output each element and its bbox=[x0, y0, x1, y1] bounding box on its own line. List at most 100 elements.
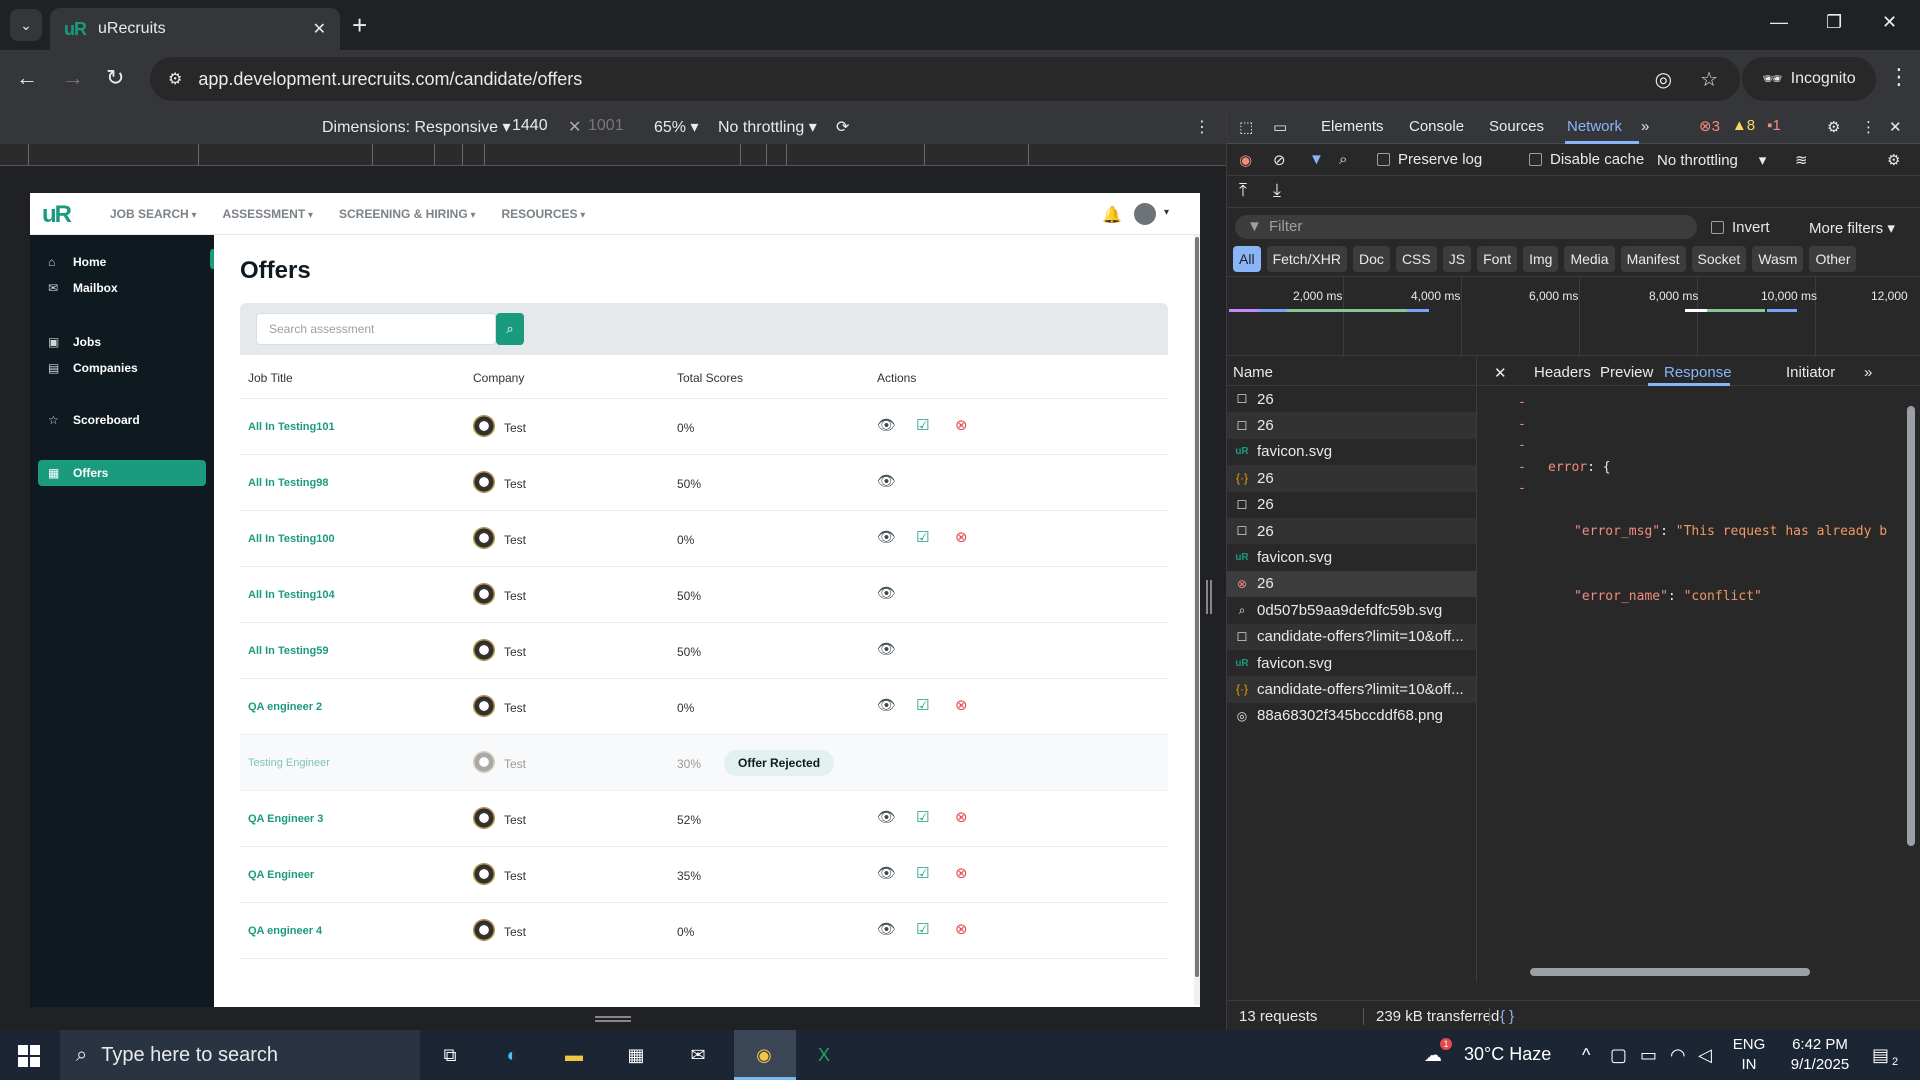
search-input[interactable] bbox=[256, 313, 496, 345]
wifi-icon[interactable]: ◠ bbox=[1670, 1045, 1686, 1066]
swap-dimensions-icon[interactable]: ✕ bbox=[568, 117, 581, 137]
network-request-row[interactable]: ◎ 88a68302f345bccddf68.png bbox=[1227, 703, 1476, 729]
type-filter-js[interactable]: JS bbox=[1442, 246, 1472, 272]
view-eye-icon[interactable]: 👁 bbox=[877, 865, 896, 883]
mail-app-icon[interactable]: ✉ bbox=[682, 1040, 714, 1070]
weather-text[interactable]: 30°C Haze bbox=[1464, 1044, 1551, 1065]
job-title-link[interactable]: All In Testing98 bbox=[248, 477, 328, 489]
type-filter-media[interactable]: Media bbox=[1564, 246, 1615, 272]
warning-count[interactable]: ▲8 bbox=[1732, 117, 1755, 135]
site-info-icon[interactable]: ⚙ bbox=[168, 69, 182, 89]
type-filter-manifest[interactable]: Manifest bbox=[1620, 246, 1686, 272]
network-request-row[interactable]: {·} 26 bbox=[1227, 465, 1476, 492]
type-filter-fetch-xhr[interactable]: Fetch/XHR bbox=[1266, 246, 1348, 272]
type-filter-wasm[interactable]: Wasm bbox=[1752, 246, 1804, 272]
clock[interactable]: 6:42 PM 9/1/2025 bbox=[1780, 1035, 1860, 1075]
reject-x-icon[interactable]: ⊗ bbox=[955, 529, 968, 547]
view-eye-icon[interactable]: 👁 bbox=[877, 641, 896, 659]
job-title-link[interactable]: QA Engineer bbox=[248, 869, 314, 881]
task-view-icon[interactable]: ⧉ bbox=[434, 1040, 466, 1070]
view-eye-icon[interactable]: 👁 bbox=[877, 417, 896, 435]
excel-icon[interactable]: X bbox=[808, 1040, 840, 1070]
accept-check-icon[interactable]: ☑ bbox=[916, 921, 929, 939]
job-title-link[interactable]: All In Testing59 bbox=[248, 645, 328, 657]
reject-x-icon[interactable]: ⊗ bbox=[955, 417, 968, 435]
more-detail-tabs-icon[interactable]: » bbox=[1864, 364, 1872, 381]
clear-icon[interactable]: ⊘ bbox=[1273, 151, 1286, 169]
network-request-row[interactable]: ☐ candidate-offers?limit=10&off... bbox=[1227, 623, 1476, 650]
column-company[interactable]: Company bbox=[473, 371, 524, 385]
filter-icon[interactable]: ▼ bbox=[1309, 151, 1324, 168]
issue-counters[interactable]: ⊗3 ▲8 ▪1 bbox=[1699, 117, 1781, 135]
network-request-row[interactable]: ☐ 26 bbox=[1227, 517, 1476, 545]
network-request-row[interactable]: ☐ 26 bbox=[1227, 492, 1476, 518]
name-column-header[interactable]: Name bbox=[1227, 356, 1476, 386]
accept-check-icon[interactable]: ☑ bbox=[916, 417, 929, 435]
chevron-down-icon[interactable]: ▾ bbox=[1164, 207, 1169, 218]
job-title-link[interactable]: QA Engineer 3 bbox=[248, 813, 323, 825]
search-button[interactable]: ⌕ bbox=[496, 313, 524, 345]
incognito-indicator[interactable]: 🕶 Incognito bbox=[1742, 57, 1876, 101]
type-filter-socket[interactable]: Socket bbox=[1691, 246, 1747, 272]
tab-search-dropdown[interactable]: ⌄ bbox=[10, 9, 42, 41]
zoom-dropdown[interactable]: 65% ▾ bbox=[654, 117, 699, 137]
avatar[interactable] bbox=[1134, 203, 1156, 225]
type-filter-all[interactable]: All bbox=[1233, 246, 1261, 272]
reload-icon[interactable]: ↻ bbox=[106, 66, 124, 90]
tab-response[interactable]: Response bbox=[1664, 364, 1732, 381]
job-title-link[interactable]: QA engineer 2 bbox=[248, 701, 322, 713]
view-eye-icon[interactable]: 👁 bbox=[877, 697, 896, 715]
reject-x-icon[interactable]: ⊗ bbox=[955, 921, 968, 939]
rotate-icon[interactable]: ⟳ bbox=[836, 117, 849, 137]
tab-console[interactable]: Console bbox=[1409, 118, 1464, 135]
record-icon[interactable]: ◉ bbox=[1239, 151, 1252, 169]
network-request-row[interactable]: uR favicon.svg bbox=[1227, 650, 1476, 676]
viewport-resize-handle-bottom[interactable] bbox=[595, 1016, 631, 1022]
accept-check-icon[interactable]: ☑ bbox=[916, 865, 929, 883]
view-eye-icon[interactable]: 👁 bbox=[877, 809, 896, 827]
accept-check-icon[interactable]: ☑ bbox=[916, 809, 929, 827]
sidebar-item-companies[interactable]: ▤ Companies bbox=[38, 355, 206, 381]
nav-job-search[interactable]: JOB SEARCH bbox=[110, 207, 197, 221]
reject-x-icon[interactable]: ⊗ bbox=[955, 865, 968, 883]
job-title-link[interactable]: All In Testing101 bbox=[248, 421, 335, 433]
view-eye-icon[interactable]: 👁 bbox=[877, 921, 896, 939]
browser-tab[interactable]: uR uRecruits ✕ bbox=[50, 8, 340, 50]
more-filters-dropdown[interactable]: More filters ▾ bbox=[1809, 219, 1895, 237]
viewport-resize-handle-right[interactable] bbox=[1206, 580, 1212, 614]
sidebar-item-scoreboard[interactable]: ☆ Scoreboard bbox=[38, 407, 206, 433]
network-settings-icon[interactable]: ⚙ bbox=[1887, 151, 1900, 169]
close-window-icon[interactable]: ✕ bbox=[1882, 12, 1897, 33]
accept-check-icon[interactable]: ☑ bbox=[916, 529, 929, 547]
dimensions-dropdown[interactable]: Dimensions: Responsive ▾ bbox=[322, 117, 511, 137]
view-eye-icon[interactable]: 👁 bbox=[877, 585, 896, 603]
pretty-print-icon[interactable]: { } bbox=[1489, 1008, 1514, 1025]
column-job-title[interactable]: Job Title bbox=[248, 371, 293, 385]
close-detail-icon[interactable]: ✕ bbox=[1494, 364, 1507, 382]
windows-start-icon[interactable] bbox=[18, 1045, 40, 1067]
chrome-icon[interactable]: ◉ bbox=[748, 1040, 780, 1070]
volume-icon[interactable]: ◁ bbox=[1698, 1045, 1712, 1066]
nav-resources[interactable]: RESOURCES bbox=[502, 207, 586, 221]
job-title-link[interactable]: Testing Engineer bbox=[248, 757, 330, 769]
edge-icon[interactable]: ◐ bbox=[496, 1040, 528, 1070]
close-devtools-icon[interactable]: ✕ bbox=[1889, 118, 1902, 136]
network-request-row[interactable]: {·} candidate-offers?limit=10&off... bbox=[1227, 676, 1476, 703]
taskbar-search[interactable]: ⌕ Type here to search bbox=[60, 1030, 420, 1080]
url-bar[interactable]: ⚙ app.development.urecruits.com/candidat… bbox=[150, 57, 1740, 101]
network-throttling-dropdown[interactable]: No throttling ▾ bbox=[1657, 151, 1766, 169]
sidebar-item-offers[interactable]: ▦ Offers bbox=[38, 460, 206, 486]
reject-x-icon[interactable]: ⊗ bbox=[955, 697, 968, 715]
network-request-row[interactable]: uR favicon.svg bbox=[1227, 544, 1476, 570]
language-indicator[interactable]: ENG IN bbox=[1732, 1035, 1766, 1075]
show-hidden-icons-icon[interactable]: ^ bbox=[1582, 1045, 1590, 1066]
issue-count[interactable]: ▪1 bbox=[1767, 117, 1781, 135]
new-tab-icon[interactable]: + bbox=[352, 12, 367, 38]
devtools-menu-icon[interactable]: ⋮ bbox=[1861, 118, 1876, 136]
meet-now-icon[interactable]: ▢ bbox=[1610, 1045, 1627, 1066]
horizontal-scrollbar[interactable] bbox=[1530, 968, 1810, 976]
tab-initiator[interactable]: Initiator bbox=[1786, 364, 1835, 381]
close-tab-icon[interactable]: ✕ bbox=[313, 19, 326, 39]
tab-preview[interactable]: Preview bbox=[1600, 364, 1653, 381]
inspect-element-icon[interactable]: ⬚ bbox=[1239, 118, 1253, 136]
